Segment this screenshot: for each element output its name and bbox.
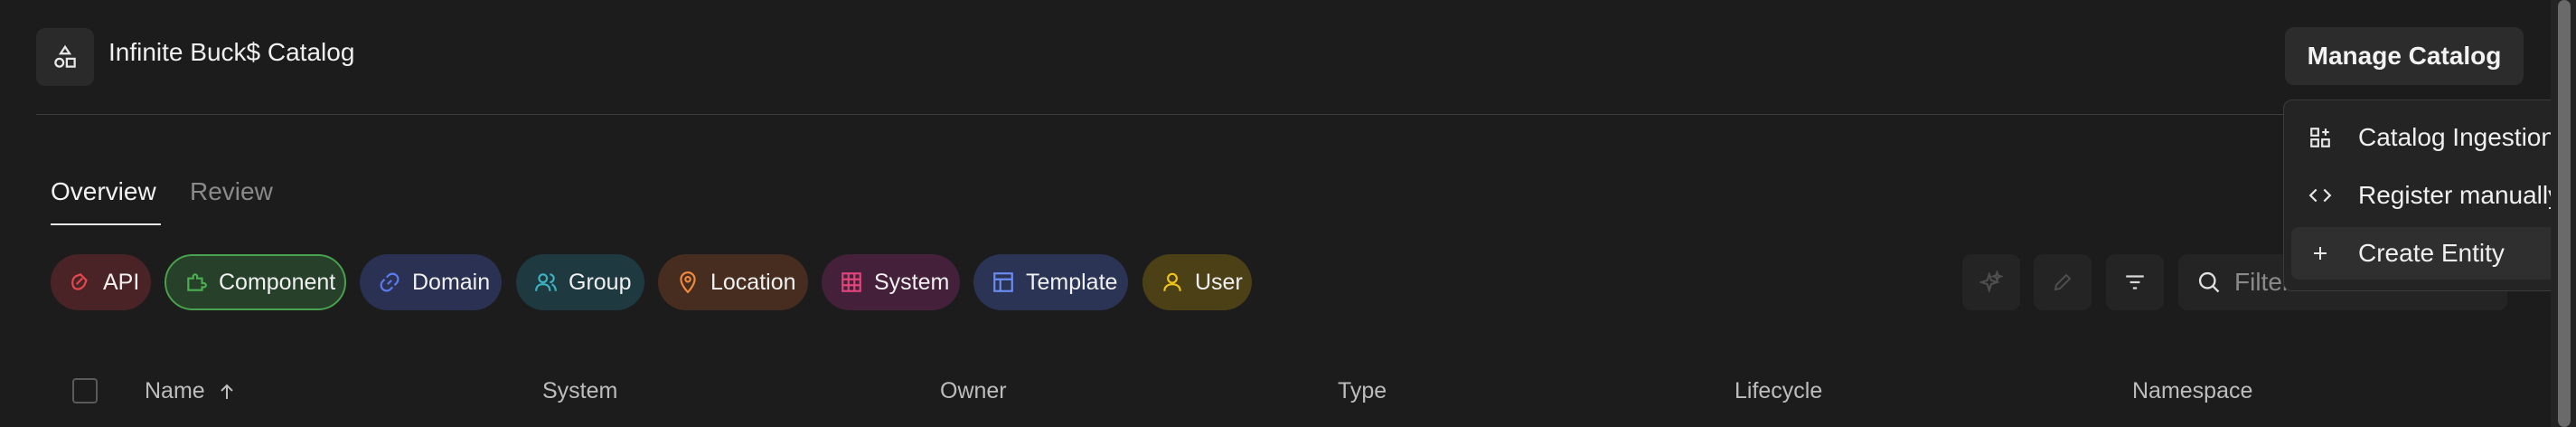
kind-chip-location[interactable]: Location [658,254,808,310]
kind-chip-label: API [103,269,140,295]
link-icon [380,272,400,292]
menu-item-label: Create Entity [2358,239,2505,267]
plus-icon [2314,247,2327,260]
column-header-label: Name [145,378,205,403]
column-header-owner[interactable]: Owner [940,378,1007,404]
column-header-namespace[interactable]: Namespace [2132,378,2252,404]
kind-chip-api[interactable]: API [51,254,151,310]
kind-chip-system[interactable]: System [822,254,960,310]
user-icon [1163,272,1181,291]
active-tab-indicator [51,223,161,225]
scrollbar-thumb[interactable] [2558,0,2571,427]
edit-button[interactable] [2034,254,2092,310]
sparkles-icon [1979,270,2003,294]
kind-chip-user[interactable]: User [1142,254,1252,310]
column-header-lifecycle[interactable]: Lifecycle [1735,378,1822,404]
api-icon [71,273,88,290]
kind-chip-label: Template [1026,269,1118,295]
ingestion-icon [2310,128,2330,147]
menu-item-register-manually[interactable]: Register manually [2291,169,2568,222]
column-header-type[interactable]: Type [1338,378,1387,404]
search-icon [2198,271,2220,293]
menu-item-label: Register manually [2358,181,2562,209]
tab-review[interactable]: Review [190,177,273,206]
kind-chip-label: Group [569,269,632,295]
tab-overview[interactable]: Overview [51,177,156,206]
kind-chip-label: Domain [412,269,491,295]
kind-chip-label: Component [219,269,336,295]
code-icon [2308,188,2332,203]
menu-item-create-entity[interactable]: Create Entity [2291,227,2568,280]
kind-chip-label: System [874,269,950,295]
pencil-icon [2054,273,2072,291]
column-header-system[interactable]: System [542,378,617,404]
column-header-name[interactable]: Name [145,378,238,404]
catalog-logo [36,28,94,86]
shapes-icon [54,44,76,68]
menu-item-label: Catalog Ingestion [2358,123,2555,151]
filter-button[interactable] [2106,254,2164,310]
header-divider [36,114,2520,115]
select-all-checkbox[interactable] [72,378,98,403]
sort-ascending-icon [220,384,233,399]
kind-chip-label: Location [710,269,796,295]
users-icon [535,273,557,291]
puzzle-icon [187,273,207,291]
kind-chip-label: User [1195,269,1243,295]
kind-chip-group[interactable]: Group [516,254,644,310]
kind-chip-domain[interactable]: Domain [360,254,502,310]
map-pin-icon [680,271,696,294]
grid-icon [841,272,861,292]
ai-assist-button[interactable] [1962,254,2020,310]
menu-item-catalog-ingestion[interactable]: Catalog Ingestion [2291,111,2568,164]
kind-chip-component[interactable]: Component [165,254,346,310]
manage-catalog-menu: Catalog Ingestion Register manually Crea… [2283,100,2576,291]
page-title: Infinite Buck$ Catalog [108,38,355,66]
layout-icon [993,272,1013,292]
kind-chip-template[interactable]: Template [973,254,1128,310]
filter-lines-icon [2126,275,2144,289]
manage-catalog-button[interactable]: Manage Catalog [2285,27,2524,85]
